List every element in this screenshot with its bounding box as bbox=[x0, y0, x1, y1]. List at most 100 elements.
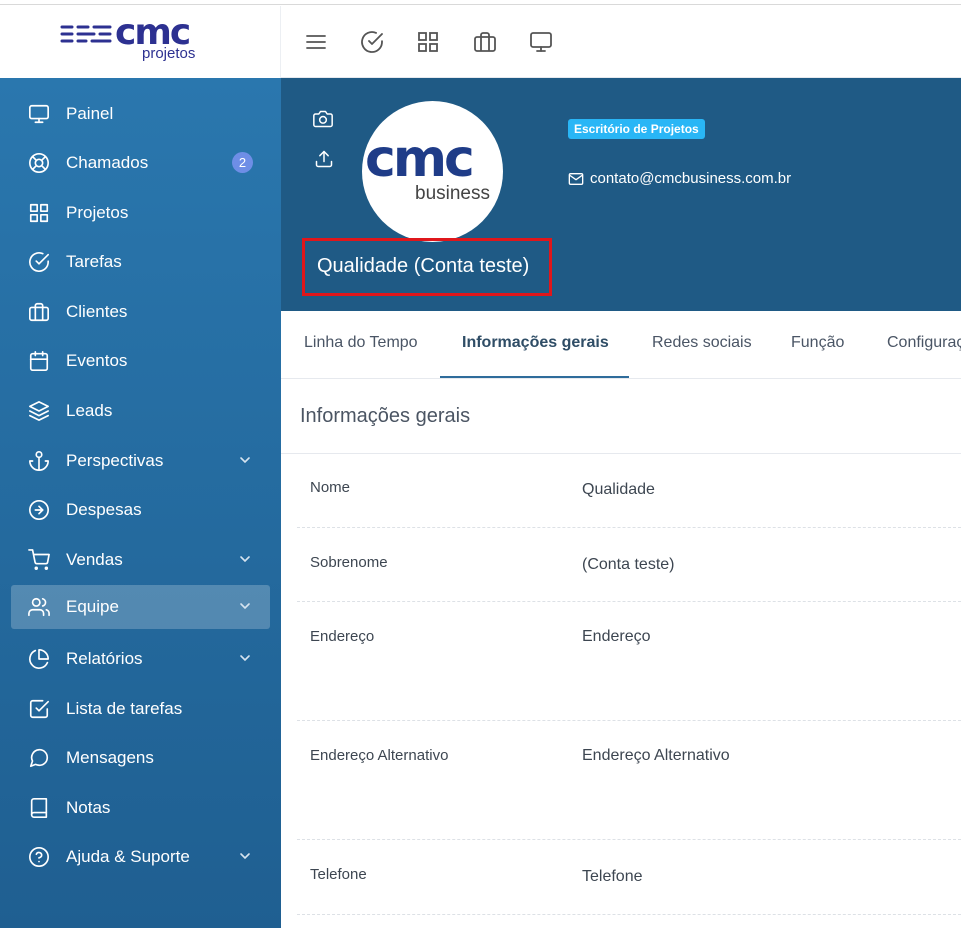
logo-subtitle: projetos bbox=[142, 45, 196, 62]
camera-icon[interactable] bbox=[313, 109, 333, 129]
profile-banner: cmc business Escritório de Projetos cont… bbox=[281, 78, 961, 311]
divider bbox=[297, 839, 961, 840]
sidebar-item-label: Vendas bbox=[66, 550, 123, 569]
avatar-logo-word: cmc bbox=[365, 129, 475, 189]
sidebar-item-ajuda-suporte[interactable]: Ajuda & Suporte bbox=[11, 835, 270, 879]
sidebar-item-label: Relatórios bbox=[66, 649, 143, 668]
divider bbox=[281, 453, 961, 454]
monitor-icon bbox=[29, 104, 49, 124]
sidebar-item-label: Clientes bbox=[66, 302, 128, 321]
sidebar-item-label: Chamados bbox=[66, 153, 149, 172]
calendar-icon bbox=[29, 351, 49, 371]
tab-redes-sociais[interactable]: Redes sociais bbox=[652, 334, 752, 352]
sidebar-item-label: Projetos bbox=[66, 203, 129, 222]
sidebar-item-label: Eventos bbox=[66, 351, 128, 370]
sidebar-item-mensagens[interactable]: Mensagens bbox=[11, 736, 270, 780]
avatar-logo-sub: business bbox=[415, 183, 490, 204]
divider bbox=[297, 914, 961, 915]
email-line: contato@cmcbusiness.com.br bbox=[568, 170, 791, 187]
users-icon bbox=[28, 597, 50, 617]
sidebar-item-vendas[interactable]: Vendas bbox=[11, 538, 270, 582]
field-label-endereco-alternativo: Endereço Alternativo bbox=[310, 747, 449, 764]
tab-configuracoes[interactable]: Configurações bbox=[887, 334, 961, 352]
sidebar-item-label: Ajuda & Suporte bbox=[66, 847, 190, 866]
sidebar: Painel Chamados 2 Projetos Tarefas Clien… bbox=[0, 78, 281, 928]
check-square-icon bbox=[29, 699, 49, 719]
avatar[interactable]: cmc business bbox=[362, 101, 503, 242]
role-badge: Escritório de Projetos bbox=[568, 119, 705, 139]
top-border bbox=[0, 0, 961, 5]
sidebar-item-label: Notas bbox=[66, 798, 111, 817]
chevron-down-icon bbox=[240, 556, 250, 563]
menu-icon[interactable] bbox=[304, 30, 328, 54]
layers-icon bbox=[29, 401, 49, 421]
profile-name: Qualidade (Conta teste) bbox=[317, 255, 530, 277]
arrow-right-circle-icon bbox=[29, 500, 49, 520]
tab-linha-do-tempo[interactable]: Linha do Tempo bbox=[304, 334, 418, 352]
logo-area[interactable]: cmc projetos bbox=[0, 6, 281, 78]
tab-funcao[interactable]: Função bbox=[791, 334, 844, 352]
sidebar-item-label: Despesas bbox=[66, 500, 142, 519]
sidebar-item-tarefas[interactable]: Tarefas bbox=[11, 240, 270, 284]
book-icon bbox=[30, 798, 48, 818]
check-circle-icon[interactable] bbox=[360, 30, 384, 54]
sidebar-item-label: Lista de tarefas bbox=[66, 699, 183, 718]
sidebar-item-label: Equipe bbox=[66, 597, 119, 616]
field-label-sobrenome: Sobrenome bbox=[310, 554, 388, 571]
lifebuoy-icon bbox=[29, 153, 49, 173]
tab-informacoes-gerais[interactable]: Informações gerais bbox=[462, 334, 609, 352]
chevron-down-icon bbox=[240, 853, 250, 860]
field-label-endereco: Endereço bbox=[310, 628, 375, 645]
help-circle-icon bbox=[29, 847, 49, 867]
message-circle-icon bbox=[29, 748, 49, 768]
top-toolbar bbox=[281, 6, 961, 78]
chevron-down-icon bbox=[240, 603, 250, 610]
sidebar-item-notas[interactable]: Notas bbox=[11, 786, 270, 830]
sidebar-item-perspectivas[interactable]: Perspectivas bbox=[11, 439, 270, 483]
sidebar-item-label: Leads bbox=[66, 401, 113, 420]
grid-icon[interactable] bbox=[416, 30, 440, 54]
pie-chart-icon bbox=[29, 649, 49, 669]
monitor-icon[interactable] bbox=[529, 30, 553, 54]
section-title: Informações gerais bbox=[300, 405, 471, 427]
divider bbox=[297, 527, 961, 528]
sidebar-item-label: Tarefas bbox=[66, 252, 122, 271]
field-label-telefone: Telefone bbox=[310, 866, 367, 883]
sidebar-item-lista-de-tarefas[interactable]: Lista de tarefas bbox=[11, 687, 270, 731]
anchor-icon bbox=[29, 451, 49, 471]
sidebar-item-label: Painel bbox=[66, 104, 114, 123]
field-label-nome: Nome bbox=[310, 479, 351, 496]
briefcase-icon bbox=[29, 302, 49, 322]
email-text: contato@cmcbusiness.com.br bbox=[590, 170, 792, 187]
sidebar-item-painel[interactable]: Painel bbox=[11, 92, 270, 136]
sidebar-item-clientes[interactable]: Clientes bbox=[11, 290, 270, 334]
sidebar-item-chamados[interactable]: Chamados 2 bbox=[11, 141, 270, 185]
field-value-telefone[interactable]: Telefone bbox=[582, 868, 643, 886]
notification-badge: 2 bbox=[232, 152, 253, 173]
sidebar-item-leads[interactable]: Leads bbox=[11, 389, 270, 433]
sidebar-item-despesas[interactable]: Despesas bbox=[11, 488, 270, 532]
profile-tabs: Linha do Tempo Informações gerais Redes … bbox=[281, 311, 961, 379]
field-value-endereco[interactable]: Endereço bbox=[582, 628, 651, 646]
active-tab-indicator bbox=[440, 376, 629, 378]
logo-lines-icon bbox=[60, 25, 112, 43]
grid-icon bbox=[29, 203, 49, 223]
mail-icon bbox=[568, 172, 584, 185]
sidebar-item-label: Perspectivas bbox=[66, 451, 164, 470]
sidebar-item-equipe[interactable]: Equipe bbox=[11, 585, 270, 629]
divider bbox=[297, 601, 961, 602]
sidebar-item-projetos[interactable]: Projetos bbox=[11, 191, 270, 235]
field-value-sobrenome[interactable]: (Conta teste) bbox=[582, 556, 674, 574]
sidebar-item-relatorios[interactable]: Relatórios bbox=[11, 637, 270, 681]
check-circle-icon bbox=[29, 252, 49, 272]
field-value-endereco-alternativo[interactable]: Endereço Alternativo bbox=[582, 747, 730, 765]
cart-icon bbox=[28, 549, 50, 570]
sidebar-item-eventos[interactable]: Eventos bbox=[11, 339, 270, 383]
field-value-nome[interactable]: Qualidade bbox=[582, 481, 655, 499]
briefcase-icon[interactable] bbox=[473, 30, 497, 54]
sidebar-item-label: Mensagens bbox=[66, 748, 154, 767]
upload-icon[interactable] bbox=[314, 149, 334, 169]
chevron-down-icon bbox=[240, 655, 250, 662]
info-panel: Informações gerais Nome Qualidade Sobren… bbox=[281, 379, 961, 928]
divider bbox=[297, 720, 961, 721]
